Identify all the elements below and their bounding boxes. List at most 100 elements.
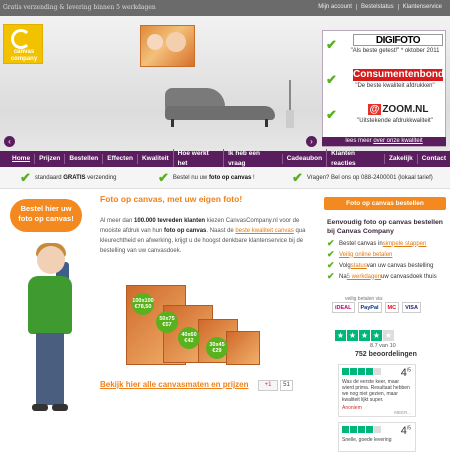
simple-steps-link[interactable]: simpele stappen [383, 241, 427, 247]
star-icon: ★ [359, 330, 370, 341]
customer-review[interactable]: 4/5 Was de eerste keer, maar wierd prima… [338, 364, 416, 417]
review-more-link[interactable]: MEER... [394, 410, 411, 415]
trustpilot-stars: ★ ★ ★ ★ ★ [335, 330, 394, 341]
quality-link[interactable]: over onze kwaliteit [373, 138, 422, 144]
mastercard-icon: MC [384, 302, 400, 313]
review-quote: "Uitstekende afdrukkwaliteit" [357, 118, 433, 124]
consumentenbond-logo: Consumentenbond [353, 69, 445, 81]
child-face [147, 34, 163, 50]
safe-payment-link[interactable]: Veilig online betalen [339, 252, 392, 258]
nav-effecten[interactable]: Effecten [102, 154, 137, 164]
all-sizes-link[interactable]: Bekijk hier alle canvasmaten en prijzen [100, 380, 249, 389]
zoom-logo: @ ZOOM.NL [353, 104, 443, 116]
nav-hoe-werkt-het[interactable]: Hoe werkt het [172, 149, 223, 169]
check-icon: ✔ [327, 271, 335, 281]
nav-zakelijk[interactable]: Zakelijk [383, 154, 417, 164]
sofa-image [165, 88, 275, 128]
order-status-link[interactable]: Bestelstatus [355, 4, 398, 10]
read-more-quality[interactable]: lees meer over onze kwaliteit [322, 137, 446, 146]
review-author: Anoniem [342, 405, 362, 411]
star-icon: ★ [335, 330, 346, 341]
google-plus-button[interactable]: +1 [258, 380, 278, 391]
trust-score: 8.7 van 10 [370, 343, 396, 349]
customer-review[interactable]: 4/5 Snelle, goede levering [338, 422, 416, 452]
review-consumentenbond: ✔ Consumentenbond "De beste kwaliteit af… [323, 66, 447, 96]
hero-canvas-photo [140, 25, 195, 67]
nav-vraag[interactable]: Ik heb een vraag [223, 149, 282, 169]
step-item: ✔ Volg status van uw canvas bestelling [327, 260, 434, 270]
canvas-company-logo[interactable]: canvas company [3, 24, 43, 64]
step-item: ✔ Bestel canvas in simpele stappen [327, 238, 427, 248]
review-zoom: ✔ @ ZOOM.NL "Uitstekende afdrukkwaliteit" [323, 101, 447, 131]
main-heading: Foto op canvas, met uw eigen foto! [100, 194, 243, 204]
review-stars [342, 368, 381, 375]
child-face [166, 32, 186, 52]
hero-prev-button[interactable]: ‹ [4, 136, 15, 147]
logo-line2: company [10, 56, 38, 62]
price-badge: 40x60 €42 [178, 327, 200, 349]
nav-contact[interactable]: Contact [416, 154, 450, 164]
google-plus-count: 51 [280, 380, 293, 391]
ideal-icon: iDEAL [332, 302, 355, 313]
price-badge: 30x45 €29 [206, 337, 228, 359]
star-icon: ★ [383, 330, 394, 341]
workdays-link[interactable]: 5 werkdagen [347, 274, 381, 280]
nav-kwaliteit[interactable]: Kwaliteit [136, 154, 173, 164]
hero-next-button[interactable]: › [306, 136, 317, 147]
review-digifoto: ✔ DIGIFOTO "Als beste getest!" * oktober… [323, 31, 447, 61]
plant-image [280, 80, 300, 128]
star-icon: ★ [371, 330, 382, 341]
price-badge: 50x75 €57 [156, 311, 178, 333]
check-icon: ✔ [326, 72, 337, 87]
check-icon: ✔ [327, 260, 335, 270]
nav-prijzen[interactable]: Prijzen [34, 154, 64, 164]
quality-canvas-link[interactable]: beste kwaliteit canvas [235, 228, 293, 234]
review-score: 4/5 [400, 367, 411, 379]
intro-paragraph: Al meer dan 100.000 tevreden klanten kie… [100, 218, 306, 254]
usp-shipping: ✔ standaard GRATIS verzending [20, 170, 117, 185]
step-item: ✔ Na 5 werkdagen uw canvasdoek thuis [327, 271, 437, 281]
review-score: 4/5 [400, 425, 411, 437]
nav-home[interactable]: Home [8, 154, 34, 164]
star-icon: ★ [347, 330, 358, 341]
check-icon: ✔ [158, 170, 169, 185]
step-item: ✔ Veilig online betalen [327, 249, 447, 260]
review-text: Was de eerste keer, maar wierd prima. Re… [342, 379, 410, 403]
canvas-sizes-image[interactable]: 100x100 €78,50 50x75 €57 40x60 €42 30x45… [118, 285, 268, 375]
visa-icon: VISA [402, 302, 421, 313]
review-quote: "De beste kwaliteit afdrukken" [355, 83, 435, 89]
usp-phone: ✔ Vragen? Bel ons op 088-2400001 (lokaal… [292, 170, 433, 185]
order-canvas-badge[interactable]: Bestel hier uw foto op canvas! [10, 199, 82, 232]
price-badge: 100x100 €78,50 [132, 293, 154, 315]
nav-klanten-reacties[interactable]: Klanten reacties [326, 149, 384, 169]
child-holding-canvas-image [22, 238, 82, 438]
status-link[interactable]: status [351, 263, 367, 269]
logo-ring-icon [11, 29, 31, 49]
check-icon: ✔ [20, 170, 31, 185]
payment-methods: iDEAL PayPal MC VISA [332, 302, 421, 313]
check-icon: ✔ [326, 107, 337, 122]
usp-order: ✔ Bestel nu uw foto op canvas ! [158, 170, 255, 185]
review-count[interactable]: 752 beoordelingen [355, 351, 417, 358]
main-nav: Home Prijzen Bestellen Effecten Kwalitei… [0, 149, 450, 169]
press-reviews-panel: ✔ DIGIFOTO "Als beste getest!" * oktober… [322, 30, 446, 147]
logo-line1: canvas [13, 49, 35, 55]
top-bar: Gratis verzending & levering binnen 5 we… [0, 0, 450, 16]
nav-cadeaubon[interactable]: Cadeaubon [281, 154, 326, 164]
nav-bestellen[interactable]: Bestellen [64, 154, 102, 164]
digifoto-logo: DIGIFOTO [353, 34, 443, 46]
order-canvas-button[interactable]: Foto op canvas bestellen [324, 197, 446, 210]
order-steps: ✔ Bestel canvas in simpele stappen ✔ Veili… [327, 238, 447, 282]
my-account-link[interactable]: Mijn account [314, 4, 356, 10]
check-icon: ✔ [327, 249, 335, 259]
check-icon: ✔ [326, 37, 337, 52]
easy-order-heading: Eenvoudig foto op canvas bestellen bij C… [327, 219, 443, 235]
paypal-icon: PayPal [357, 302, 382, 313]
review-text: Snelle, goede levering [342, 437, 392, 443]
check-icon: ✔ [292, 170, 303, 185]
review-quote: "Als beste getest!" * oktober 2011 [350, 48, 440, 54]
top-links: Mijn account Bestelstatus Klantenservice [314, 4, 446, 10]
customer-service-link[interactable]: Klantenservice [397, 4, 446, 10]
shipping-notice: Gratis verzending & levering binnen 5 we… [3, 4, 156, 11]
review-stars [342, 426, 381, 433]
